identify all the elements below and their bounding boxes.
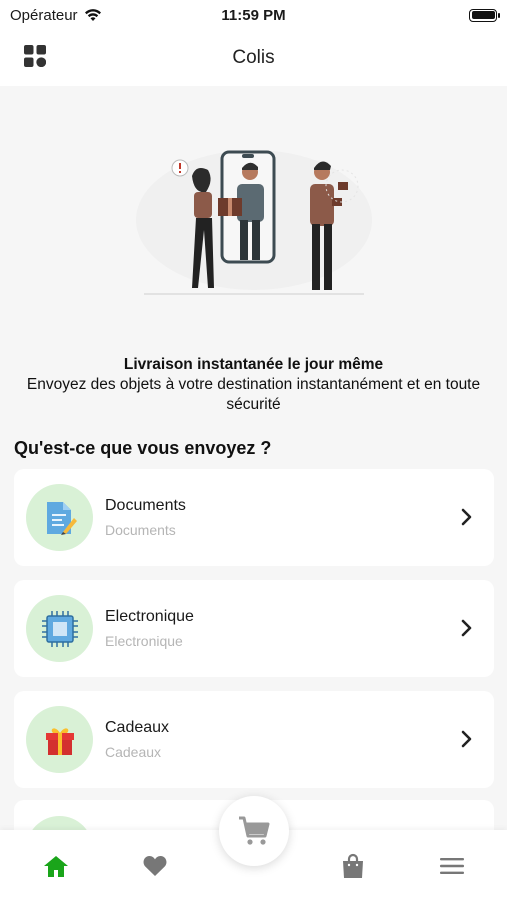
chevron-right-icon — [461, 508, 472, 526]
hero-illustration — [0, 120, 507, 320]
chip-icon — [41, 610, 78, 647]
status-bar: Opérateur 11:59 PM — [0, 0, 507, 30]
bag-icon — [343, 853, 363, 878]
home-icon — [44, 856, 68, 877]
carrier-label: Opérateur — [10, 6, 78, 24]
category-text: Documents Documents — [105, 497, 186, 538]
chevron-right-icon — [461, 619, 472, 637]
wifi-icon — [84, 9, 101, 21]
heart-icon — [143, 856, 167, 876]
delivery-illustration — [135, 150, 372, 295]
category-name: Documents — [105, 497, 186, 514]
tab-menu[interactable] — [438, 852, 466, 880]
battery-fill — [471, 11, 495, 19]
category-icon-circle — [26, 706, 93, 773]
gift-icon — [45, 727, 74, 755]
category-icon-circle — [26, 484, 93, 551]
category-card-cadeaux[interactable]: Cadeaux Cadeaux — [14, 691, 494, 788]
chevron-right-icon — [461, 730, 472, 748]
category-subtitle: Documents — [105, 522, 176, 538]
cart-button[interactable] — [219, 796, 289, 866]
category-name: Cadeaux — [105, 719, 170, 736]
page-title: Colis — [232, 47, 275, 68]
category-subtitle: Cadeaux — [105, 744, 162, 760]
category-icon-circle — [26, 595, 93, 662]
category-list: Documents Documents Electronique Electro… — [14, 469, 494, 802]
category-card-electronique[interactable]: Electronique Electronique — [14, 580, 494, 677]
menu-icon — [440, 858, 464, 874]
category-text: Electronique Electronique — [105, 608, 194, 649]
category-card-documents[interactable]: Documents Documents — [14, 469, 494, 566]
category-text: Cadeaux Cadeaux — [105, 719, 169, 760]
cart-icon — [239, 816, 270, 845]
document-icon — [46, 501, 77, 535]
tab-home[interactable] — [42, 852, 70, 880]
tab-favorites[interactable] — [141, 852, 169, 880]
grid-icon[interactable] — [24, 45, 46, 67]
category-subtitle: Electronique — [105, 633, 183, 649]
status-left: Opérateur — [10, 7, 102, 24]
tab-orders[interactable] — [339, 852, 367, 880]
header: Colis — [0, 30, 507, 86]
section-title: Qu'est-ce que vous envoyez ? — [14, 438, 272, 458]
category-name: Electronique — [105, 608, 194, 625]
battery-icon — [469, 8, 500, 22]
intro-title: Livraison instantanée le jour même — [123, 356, 384, 373]
intro-subtitle: Envoyez des objets à votre destination i… — [26, 376, 481, 413]
intro: Livraison instantanée le jour même Envoy… — [14, 355, 493, 415]
